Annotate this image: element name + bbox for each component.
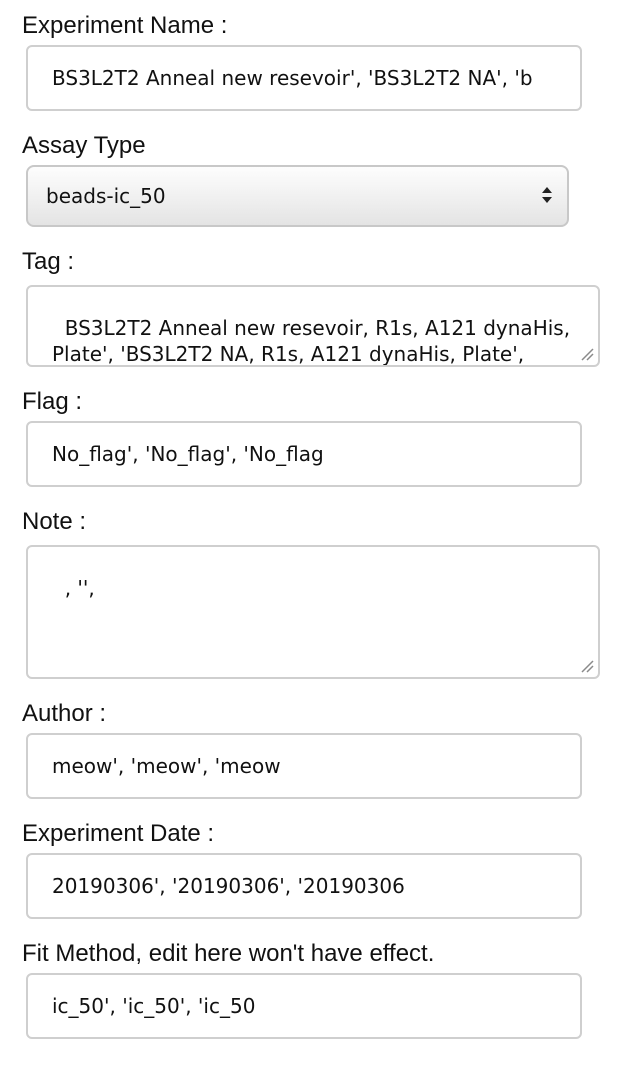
tag-textarea[interactable]: BS3L2T2 Anneal new resevoir, R1s, A121 d…: [26, 285, 600, 367]
select-arrows-icon: [542, 187, 552, 203]
assay-type-select[interactable]: beads-ic_50: [26, 165, 569, 227]
fit-method-input[interactable]: ic_50', 'ic_50', 'ic_50: [26, 973, 582, 1039]
assay-type-label: Assay Type: [22, 132, 146, 159]
author-value: meow', 'meow', 'meow: [52, 754, 281, 778]
resize-grip-icon[interactable]: [580, 347, 594, 361]
author-label: Author :: [22, 700, 107, 727]
note-label: Note :: [22, 508, 87, 535]
assay-type-selected-value: beads-ic_50: [46, 184, 166, 208]
experiment-name-label: Experiment Name :: [22, 12, 228, 39]
experiment-date-label: Experiment Date :: [22, 820, 215, 847]
fit-method-value: ic_50', 'ic_50', 'ic_50: [52, 994, 256, 1018]
tag-label: Tag :: [22, 248, 75, 275]
flag-value: No_flag', 'No_flag', 'No_flag: [52, 442, 324, 466]
tag-value: BS3L2T2 Anneal new resevoir, R1s, A121 d…: [52, 316, 571, 366]
resize-grip-icon[interactable]: [580, 659, 594, 673]
note-value: , '',: [64, 576, 95, 600]
author-input[interactable]: meow', 'meow', 'meow: [26, 733, 582, 799]
experiment-name-value: BS3L2T2 Anneal new resevoir', 'BS3L2T2 N…: [52, 66, 533, 90]
flag-input[interactable]: No_flag', 'No_flag', 'No_flag: [26, 421, 582, 487]
experiment-name-input[interactable]: BS3L2T2 Anneal new resevoir', 'BS3L2T2 N…: [26, 45, 582, 111]
experiment-date-value: 20190306', '20190306', '20190306: [52, 874, 405, 898]
fit-method-label: Fit Method, edit here won't have effect.: [22, 940, 435, 967]
note-textarea[interactable]: , '',: [26, 545, 600, 679]
experiment-date-input[interactable]: 20190306', '20190306', '20190306: [26, 853, 582, 919]
flag-label: Flag :: [22, 388, 83, 415]
